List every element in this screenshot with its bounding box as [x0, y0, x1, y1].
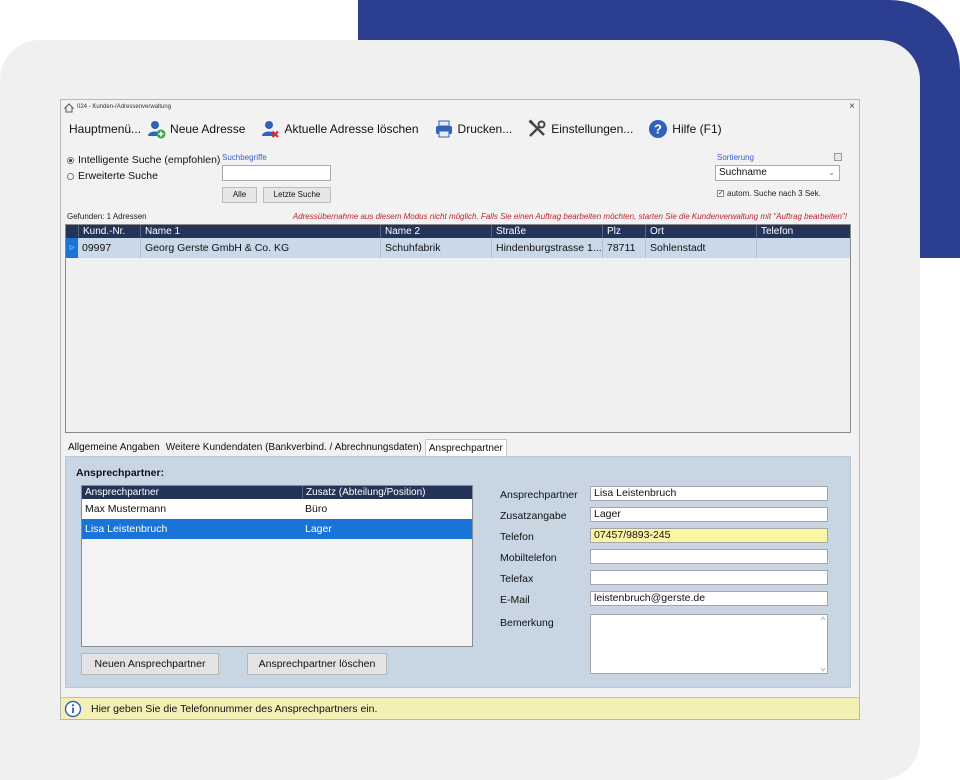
radio-unselected-icon: [67, 172, 74, 180]
close-icon[interactable]: ×: [849, 101, 855, 112]
contacts-table: Ansprechpartner Zusatz (Abteilung/Positi…: [81, 485, 473, 647]
main-menu-button[interactable]: Hauptmenü...: [69, 122, 141, 136]
search-terms-label: Suchbegriffe: [222, 153, 267, 162]
contact-name: Lisa Leistenbruch: [85, 523, 168, 535]
table-cell: Georg Gerste GmbH & Co. KG: [140, 238, 380, 258]
remark-field-label: Bemerkung: [500, 617, 554, 629]
all-button[interactable]: Alle: [222, 187, 257, 203]
title-bar: 024 - Kunden-/Adressenverwaltung ×: [61, 100, 859, 116]
new-contact-button[interactable]: Neuen Ansprechpartner: [81, 653, 219, 675]
contacts-panel: Ansprechpartner: Ansprechpartner Zusatz …: [65, 456, 851, 688]
table-cell: Sohlenstadt: [645, 238, 756, 258]
toolbar: Hauptmenü... Neue Adresse Aktuelle Adres…: [61, 116, 859, 142]
status-message: Hier geben Sie die Telefonnummer des Ans…: [91, 703, 378, 715]
table-header: Kund.-Nr. Name 1 Name 2 Straße Plz Ort T…: [66, 225, 850, 238]
delete-address-label: Aktuelle Adresse löschen: [284, 122, 419, 136]
help-icon: ?: [649, 120, 668, 138]
row-selector-icon: ▷: [66, 238, 78, 258]
tab-further-data[interactable]: Weitere Kundendaten (Bankverbind. / Abre…: [163, 439, 425, 456]
fax-field-label: Telefax: [500, 573, 534, 585]
contact-field[interactable]: Lisa Leistenbruch: [590, 486, 828, 501]
email-field-label: E-Mail: [500, 594, 530, 606]
print-button[interactable]: Drucken...: [433, 118, 513, 140]
search-terms-input[interactable]: [222, 165, 331, 181]
phone-field-label: Telefon: [500, 531, 534, 543]
sort-select[interactable]: Suchname ⌄: [715, 165, 840, 181]
sort-checkbox[interactable]: [834, 153, 842, 161]
new-address-label: Neue Adresse: [170, 122, 246, 136]
table-cell: [756, 238, 850, 258]
addition-field-label: Zusatzangabe: [500, 510, 567, 522]
address-table: Kund.-Nr. Name 1 Name 2 Straße Plz Ort T…: [65, 224, 851, 433]
mobile-field[interactable]: [590, 549, 828, 564]
scrollbar[interactable]: [820, 616, 826, 672]
contact-name: Max Mustermann: [85, 503, 167, 515]
delete-address-button[interactable]: Aktuelle Adresse löschen: [259, 118, 419, 140]
app-window: 024 - Kunden-/Adressenverwaltung × Haupt…: [60, 99, 860, 720]
mobile-field-label: Mobiltelefon: [500, 552, 557, 564]
help-label: Hilfe (F1): [672, 122, 722, 136]
checkbox-checked-icon: ✓: [717, 190, 724, 197]
extended-search-radio[interactable]: Erweiterte Suche: [67, 170, 158, 182]
column-header[interactable]: Name 1: [140, 225, 380, 238]
settings-label: Einstellungen...: [551, 122, 634, 136]
warning-message: Adressübernahme aus diesem Modus nicht m…: [292, 212, 847, 221]
contacts-header: Ansprechpartner Zusatz (Abteilung/Positi…: [82, 486, 472, 499]
tools-icon: [528, 119, 546, 137]
tab-bar: Allgemeine Angaben Weitere Kundendaten (…: [65, 439, 507, 456]
svg-text:?: ?: [654, 122, 662, 137]
column-header[interactable]: Plz: [602, 225, 645, 238]
column-header[interactable]: Zusatz (Abteilung/Position): [302, 486, 472, 499]
table-cell: 09997: [82, 242, 112, 254]
info-icon: [64, 700, 82, 718]
contact-row[interactable]: Max Mustermann Büro: [82, 499, 472, 519]
column-header[interactable]: Ansprechpartner: [82, 486, 302, 499]
table-cell: 78711: [602, 238, 645, 258]
auto-search-checkbox[interactable]: ✓ autom. Suche nach 3 Sek.: [717, 189, 821, 198]
smart-search-radio[interactable]: Intelligente Suche (empfohlen): [67, 154, 220, 166]
printer-icon: [435, 120, 452, 138]
column-header[interactable]: Kund.-Nr.: [78, 225, 140, 238]
print-label: Drucken...: [457, 122, 513, 136]
tab-contacts[interactable]: Ansprechpartner: [424, 439, 507, 456]
email-field[interactable]: leistenbruch@gerste.de: [590, 591, 828, 606]
phone-field[interactable]: 07457/9893-245: [590, 528, 828, 543]
contacts-title: Ansprechpartner:: [76, 467, 165, 479]
window-title: 024 - Kunden-/Adressenverwaltung: [77, 104, 172, 110]
add-user-icon: [148, 121, 166, 139]
table-cell: Hindenburgstrasse 1...: [491, 238, 602, 258]
table-row[interactable]: ▷ 09997 Georg Gerste GmbH & Co. KG Schuh…: [66, 238, 850, 258]
auto-search-label: autom. Suche nach 3 Sek.: [727, 189, 821, 198]
found-count: Gefunden: 1 Adressen: [67, 212, 147, 221]
table-cell: Schuhfabrik: [380, 238, 491, 258]
contact-addition: Büro: [305, 503, 328, 515]
contact-field-label: Ansprechpartner: [500, 489, 578, 501]
sort-label: Sortierung: [717, 153, 754, 162]
radio-selected-icon: [67, 156, 74, 164]
chevron-down-icon: ⌄: [828, 168, 835, 177]
settings-button[interactable]: Einstellungen...: [526, 118, 633, 140]
extended-search-label: Erweiterte Suche: [78, 170, 158, 182]
column-header[interactable]: Ort: [645, 225, 756, 238]
help-button[interactable]: ? Hilfe (F1): [647, 118, 722, 140]
contact-row[interactable]: Lisa Leistenbruch Lager: [82, 519, 472, 539]
contact-addition: Lager: [305, 523, 332, 535]
search-area: Intelligente Suche (empfohlen) Erweitert…: [61, 150, 859, 210]
main-menu-label: Hauptmenü...: [69, 122, 142, 136]
smart-search-label: Intelligente Suche (empfohlen): [78, 154, 221, 166]
app-icon: [64, 103, 74, 113]
status-bar: Hier geben Sie die Telefonnummer des Ans…: [61, 697, 859, 719]
addition-field[interactable]: Lager: [590, 507, 828, 522]
fax-field[interactable]: [590, 570, 828, 585]
column-header[interactable]: Telefon: [756, 225, 850, 238]
delete-contact-button[interactable]: Ansprechpartner löschen: [247, 653, 387, 675]
column-header[interactable]: Name 2: [380, 225, 491, 238]
sort-value: Suchname: [719, 167, 767, 178]
last-search-button[interactable]: Letzte Suche: [263, 187, 331, 203]
new-address-button[interactable]: Neue Adresse: [145, 118, 245, 140]
delete-user-icon: [262, 121, 280, 138]
column-header[interactable]: Straße: [491, 225, 602, 238]
remark-field[interactable]: [590, 614, 828, 674]
tab-general[interactable]: Allgemeine Angaben: [65, 439, 163, 456]
